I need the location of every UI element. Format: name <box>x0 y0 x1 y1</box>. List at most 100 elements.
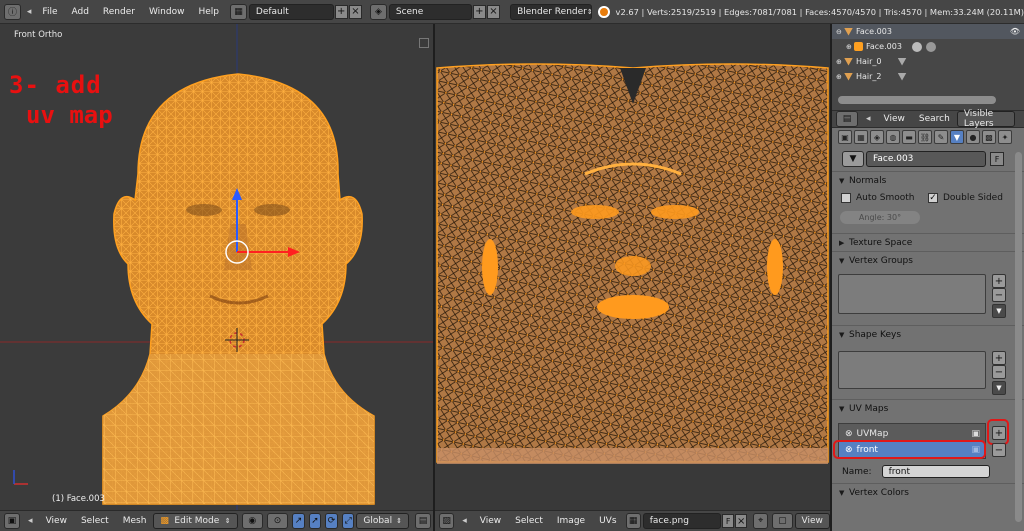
outliner-item[interactable]: ⊖ Face.003 👁 <box>832 24 1024 39</box>
image-unlink-button[interactable]: × <box>735 514 748 528</box>
outliner-menu-view[interactable]: View <box>877 114 912 124</box>
display-mode-select[interactable]: Visible Layers <box>956 109 1015 129</box>
scene-tab-icon[interactable]: ◈ <box>870 130 884 144</box>
outliner-item[interactable]: ⊕ Hair_0 <box>832 54 1024 69</box>
collapse-menu-icon[interactable]: ◂ <box>462 516 467 526</box>
properties-header: ▤ ◂ View Search Visible Layers <box>832 109 1024 129</box>
image-name-field[interactable]: face.png <box>642 513 722 529</box>
image-browse-icon[interactable]: ▦ <box>625 513 641 529</box>
outliner-scrollbar[interactable] <box>838 96 996 104</box>
menu-help[interactable]: Help <box>191 7 226 17</box>
world-tab-icon[interactable]: ◍ <box>886 130 900 144</box>
image-fake-user-button[interactable]: F <box>722 514 735 528</box>
vertex-group-add-button[interactable]: + <box>992 274 1006 288</box>
particles-tab-icon[interactable]: ✦ <box>998 130 1012 144</box>
scene-icon[interactable]: ◈ <box>369 3 387 20</box>
pin-icon[interactable]: ⌖ <box>753 513 769 529</box>
3d-menu-select[interactable]: Select <box>74 516 116 526</box>
scene-remove-button[interactable]: × <box>486 4 501 19</box>
vertex-group-menu-button[interactable]: ▼ <box>992 304 1006 318</box>
render-engine-select[interactable]: Blender Render ⇕ <box>510 3 593 20</box>
screen-layout-icon[interactable]: ▦ <box>230 3 247 20</box>
editor-type-image-icon[interactable]: ▨ <box>439 513 455 529</box>
texture-tab-icon[interactable]: ▩ <box>982 130 996 144</box>
uv-name-field[interactable]: front <box>881 465 990 478</box>
render-camera-icon[interactable]: ▣ <box>971 429 980 439</box>
menu-add[interactable]: Add <box>64 7 95 17</box>
mesh-browse-icon[interactable]: ▼ <box>842 151 864 167</box>
translate-manipulator-icon[interactable]: ➚ <box>308 513 322 529</box>
material-tab-icon[interactable]: ● <box>966 130 980 144</box>
outliner-item[interactable]: ⊕ Hair_2 <box>832 69 1024 84</box>
3d-menu-view[interactable]: View <box>39 516 74 526</box>
collapse-menu-icon[interactable]: ◂ <box>866 114 871 124</box>
area-divider-left[interactable] <box>433 24 435 531</box>
uv-menu-image[interactable]: Image <box>550 516 592 526</box>
menu-file[interactable]: File <box>35 7 64 17</box>
uv-menu-select[interactable]: Select <box>508 516 550 526</box>
render-slot-icon[interactable]: ▢ <box>772 513 793 529</box>
menu-render[interactable]: Render <box>96 7 142 17</box>
scene-add-button[interactable]: + <box>472 4 486 19</box>
viewport-shading-icon[interactable]: ◉ <box>241 513 263 529</box>
angle-field[interactable]: Angle: 30° <box>840 211 920 224</box>
shape-key-remove-button[interactable]: − <box>992 365 1006 379</box>
editor-type-info-icon[interactable]: ⓘ <box>4 3 21 20</box>
menu-window[interactable]: Window <box>142 7 192 17</box>
properties-editor[interactable]: ▣ ▦ ◈ ◍ ▬ ⛓ ✎ ▼ ● ▩ ✦ ▼ Face.003 F ▼ Nor… <box>832 128 1024 531</box>
expand-icon[interactable]: ⊖ <box>836 28 844 36</box>
uv-menu-view[interactable]: View <box>473 516 508 526</box>
vertex-colors-panel-header[interactable]: ▼ Vertex Colors <box>832 483 1024 501</box>
auto-smooth-checkbox[interactable]: Auto Smooth <box>841 193 914 203</box>
expand-icon[interactable]: ⊕ <box>836 58 844 66</box>
expand-icon[interactable]: ⊕ <box>836 73 844 81</box>
uv-maps-panel-header[interactable]: ▼ UV Maps <box>832 399 1024 417</box>
shape-keys-panel-header[interactable]: ▼ Shape Keys <box>832 325 1024 343</box>
collapse-menu-icon[interactable]: ◂ <box>28 516 33 526</box>
uv-image-editor[interactable] <box>435 24 830 510</box>
view-mode-select[interactable]: View <box>794 513 830 529</box>
modifiers-tab-icon[interactable]: ✎ <box>934 130 948 144</box>
screen-add-button[interactable]: + <box>334 4 348 19</box>
screen-layout-field[interactable]: Default <box>248 3 334 20</box>
3d-viewport[interactable]: Front Ortho 3- add uv map (1) Face.003 <box>0 24 433 510</box>
interaction-mode-select[interactable]: ▩ Edit Mode ⇕ <box>153 513 238 529</box>
texture-space-panel-header[interactable]: ▶ Texture Space <box>832 233 1024 251</box>
visibility-eye-icon[interactable]: 👁 <box>1010 27 1020 36</box>
render-layers-tab-icon[interactable]: ▦ <box>854 130 868 144</box>
expand-icon[interactable]: ⊕ <box>846 43 854 51</box>
vertex-groups-panel-header[interactable]: ▼ Vertex Groups <box>832 251 1024 269</box>
render-tab-icon[interactable]: ▣ <box>838 130 852 144</box>
object-tab-icon[interactable]: ▬ <box>902 130 916 144</box>
vertex-groups-list[interactable] <box>838 274 986 314</box>
checkbox-label: Double Sided <box>943 193 1003 203</box>
mesh-fake-user-button[interactable]: F <box>990 152 1004 166</box>
manipulator-toggle-icon[interactable]: ↗ <box>292 513 305 529</box>
uv-menu-uvs[interactable]: UVs <box>592 516 623 526</box>
pivot-point-icon[interactable]: ⊙ <box>266 513 289 529</box>
screen-remove-button[interactable]: × <box>348 4 362 19</box>
double-sided-checkbox[interactable]: ✓ Double Sided <box>928 193 1003 203</box>
vertex-group-remove-button[interactable]: − <box>992 288 1006 302</box>
outliner-menu-search[interactable]: Search <box>912 114 957 124</box>
editor-type-3d-icon[interactable]: ▣ <box>4 513 21 529</box>
shape-key-menu-button[interactable]: ▼ <box>992 381 1006 395</box>
rotate-manipulator-icon[interactable]: ⟳ <box>325 513 338 529</box>
uv-map-remove-button[interactable]: − <box>992 443 1006 457</box>
scale-manipulator-icon[interactable]: ⤢ <box>341 513 355 529</box>
properties-scrollbar[interactable] <box>1015 152 1022 522</box>
3d-menu-mesh[interactable]: Mesh <box>116 516 154 526</box>
editor-type-properties-icon[interactable]: ▤ <box>836 111 858 127</box>
outliner[interactable]: ⊖ Face.003 👁 ⊕ Face.003 ⊕ Hair_0 ⊕ Hair_… <box>832 24 1024 110</box>
shape-keys-list[interactable] <box>838 351 986 389</box>
outliner-item[interactable]: ⊕ Face.003 <box>832 39 1024 54</box>
mesh-name-field[interactable]: Face.003 <box>866 151 986 167</box>
transform-orientation-select[interactable]: Global ⇕ <box>356 513 409 529</box>
layers-icon[interactable]: ▤ <box>414 513 432 529</box>
shape-key-add-button[interactable]: + <box>992 351 1006 365</box>
normals-panel-header[interactable]: ▼ Normals <box>832 171 1024 189</box>
constraints-tab-icon[interactable]: ⛓ <box>918 130 932 144</box>
scene-field[interactable]: Scene <box>388 3 472 20</box>
mesh-data-tab-icon[interactable]: ▼ <box>950 130 964 144</box>
menu-toggle-icon[interactable]: ◂ <box>27 7 32 17</box>
